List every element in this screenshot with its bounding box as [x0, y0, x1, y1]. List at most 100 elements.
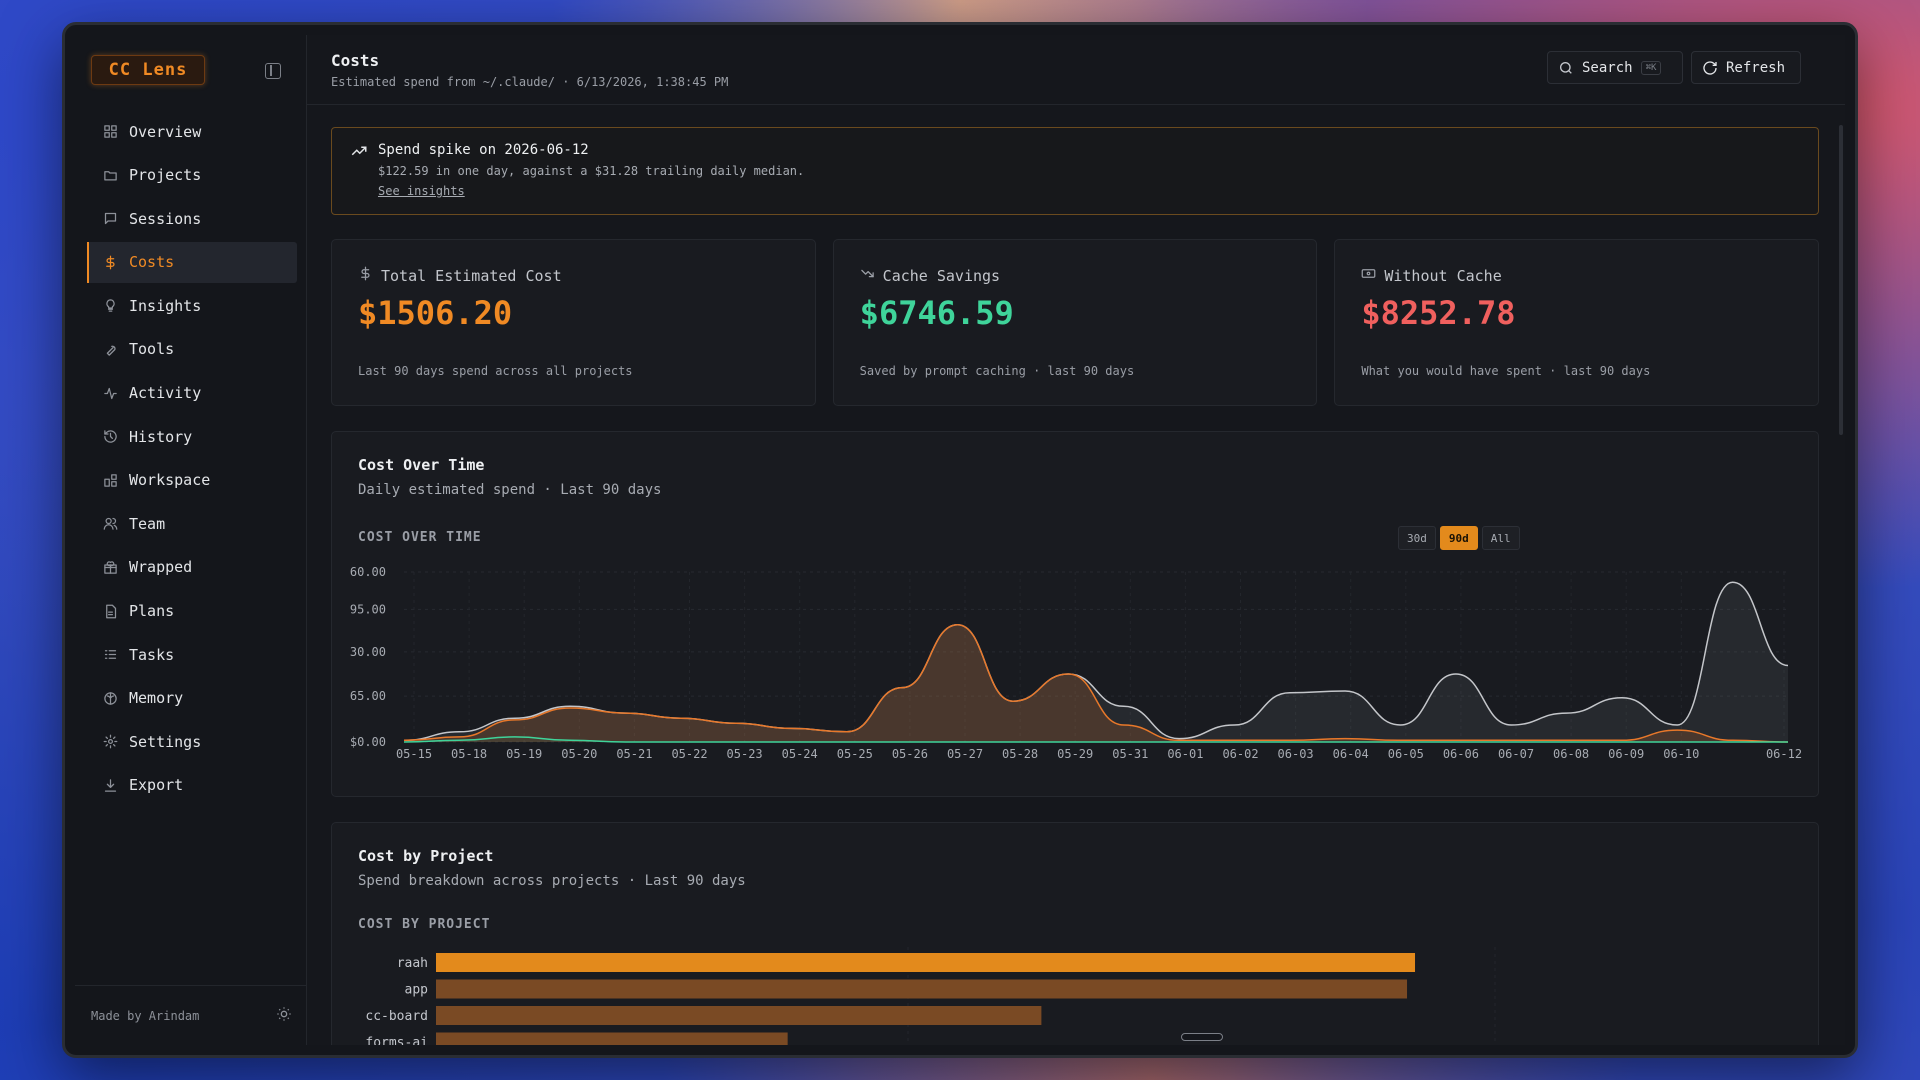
sidebar-item-tools[interactable]: Tools — [87, 329, 297, 370]
sidebar-nav: Overview Projects Sessions Costs Insights Too… — [87, 111, 297, 809]
bar[interactable] — [436, 1006, 1042, 1025]
banknote-icon — [1361, 266, 1376, 285]
sidebar-item-label: Insights — [129, 296, 202, 315]
activity-icon — [101, 384, 119, 402]
sidebar-item-label: Team — [129, 514, 166, 533]
trending-down-icon — [860, 266, 875, 285]
x-tick-label: 05-25 — [837, 747, 873, 761]
sidebar-item-projects[interactable]: Projects — [87, 155, 297, 196]
refresh-icon — [1703, 60, 1717, 75]
sidebar-item-team[interactable]: Team — [87, 503, 297, 544]
x-tick-label: 06-12 — [1766, 747, 1802, 761]
y-tick-label: $0.00 — [350, 735, 386, 749]
sidebar-item-label: Settings — [129, 732, 202, 751]
summary-card: Cache Savings $6746.59 Saved by prompt cac… — [832, 239, 1318, 406]
lightbulb-icon — [101, 297, 119, 315]
bar-label: app — [405, 983, 429, 998]
gear-icon — [101, 733, 119, 751]
see-insights-link[interactable]: See insights — [378, 184, 465, 198]
cost-over-time-panel: Cost Over Time Daily estimated spend · L… — [331, 431, 1819, 797]
card-label: Without Cache — [1361, 266, 1502, 285]
main-content: Costs Estimated spend from ~/.claude/ · … — [307, 35, 1845, 1045]
page-body: Spend spike on 2026-06-12 $122.59 in one… — [331, 127, 1820, 1045]
x-tick-label: 05-29 — [1057, 747, 1093, 761]
dollar-icon — [358, 266, 373, 285]
page-subtitle: Estimated spend from ~/.claude/ · 6/13/2… — [331, 75, 729, 89]
x-tick-label: 05-22 — [671, 747, 707, 761]
x-tick-label: 05-18 — [451, 747, 487, 761]
dollar-icon — [101, 253, 119, 271]
theme-toggle-icon[interactable] — [276, 1006, 292, 1025]
x-tick-label: 05-26 — [892, 747, 928, 761]
summary-card: Total Estimated Cost $1506.20 Last 90 days… — [331, 239, 816, 406]
sidebar-item-settings[interactable]: Settings — [87, 721, 297, 762]
sidebar-item-sessions[interactable]: Sessions — [87, 198, 297, 239]
sidebar-item-label: Plans — [129, 602, 175, 621]
team-icon — [101, 515, 119, 533]
x-tick-label: 05-21 — [616, 747, 652, 761]
card-value: $6746.59 — [859, 294, 1014, 332]
x-tick-label: 06-09 — [1608, 747, 1644, 761]
y-tick-label: 65.00 — [350, 689, 386, 703]
x-tick-label: 06-01 — [1167, 747, 1203, 761]
sidebar-item-costs[interactable]: Costs — [87, 241, 297, 283]
sidebar-item-workspace[interactable]: Workspace — [87, 460, 297, 501]
x-tick-label: 05-31 — [1112, 747, 1148, 761]
bar[interactable] — [436, 953, 1416, 972]
x-tick-label: 05-27 — [947, 747, 983, 761]
sidebar: CC Lens Overview Projects Sessions Costs Ins… — [75, 35, 307, 1045]
spend-spike-alert: Spend spike on 2026-06-12 $122.59 in one… — [331, 127, 1819, 215]
sidebar-item-label: History — [129, 427, 193, 446]
sidebar-item-activity[interactable]: Activity — [87, 373, 297, 414]
cost-by-project-panel: Cost by Project Spend breakdown across p… — [331, 822, 1819, 1045]
card-label-text: Total Estimated Cost — [381, 266, 562, 285]
x-tick-label: 06-03 — [1278, 747, 1314, 761]
sidebar-item-label: Export — [129, 776, 184, 795]
x-tick-label: 05-15 — [396, 747, 432, 761]
y-tick-label: 30.00 — [350, 645, 386, 659]
sidebar-item-label: Activity — [129, 384, 202, 403]
x-tick-label: 05-19 — [506, 747, 542, 761]
sidebar-item-export[interactable]: Export — [87, 765, 297, 806]
bar-label: forms-ai — [365, 1036, 428, 1046]
sidebar-item-label: Workspace — [129, 471, 211, 490]
top-bar: Costs Estimated spend from ~/.claude/ · … — [307, 35, 1845, 105]
sidebar-item-insights[interactable]: Insights — [87, 285, 297, 326]
bar[interactable] — [436, 979, 1408, 999]
resize-handle[interactable] — [1181, 1033, 1223, 1041]
sidebar-item-label: Wrapped — [129, 558, 193, 577]
card-footnote: Saved by prompt caching · last 90 days — [859, 364, 1135, 378]
refresh-button[interactable]: Refresh — [1691, 51, 1801, 84]
sidebar-item-wrapped[interactable]: Wrapped — [87, 547, 297, 588]
wrench-icon — [101, 340, 119, 358]
app-logo[interactable]: CC Lens — [91, 55, 205, 85]
sidebar-item-overview[interactable]: Overview — [87, 111, 297, 152]
summary-card: Without Cache $8252.78 What you would have… — [1334, 239, 1820, 406]
search-icon — [1560, 61, 1572, 74]
x-tick-label: 05-20 — [561, 747, 597, 761]
x-tick-label: 06-05 — [1388, 747, 1424, 761]
search-button[interactable]: Search ⌘K — [1547, 51, 1683, 84]
x-tick-label: 06-08 — [1553, 747, 1589, 761]
scrollbar[interactable] — [1839, 125, 1843, 435]
card-label: Cache Savings — [860, 266, 1000, 285]
sidebar-item-label: Projects — [129, 166, 202, 185]
search-label: Search — [1582, 59, 1633, 76]
x-tick-label: 05-24 — [782, 747, 818, 761]
trending-up-icon — [351, 146, 367, 156]
sidebar-collapse-icon[interactable] — [265, 63, 281, 79]
page-title: Costs — [331, 51, 380, 70]
x-tick-label: 06-07 — [1498, 747, 1534, 761]
card-footnote: What you would have spent · last 90 days — [1361, 364, 1651, 378]
sidebar-item-label: Tools — [129, 340, 175, 359]
x-tick-label: 05-23 — [727, 747, 763, 761]
cost-by-project-chart: raah app cc-board forms-ai — [365, 947, 1496, 1046]
sidebar-item-history[interactable]: History — [87, 416, 297, 457]
sidebar-item-plans[interactable]: Plans — [87, 591, 297, 632]
sidebar-item-memory[interactable]: Memory — [87, 678, 297, 719]
bar[interactable] — [436, 1032, 788, 1046]
x-tick-label: 06-10 — [1663, 747, 1699, 761]
card-label-text: Cache Savings — [882, 266, 1001, 285]
sidebar-footer: Made by Arindam — [75, 985, 306, 1045]
sidebar-item-tasks[interactable]: Tasks — [87, 634, 297, 675]
